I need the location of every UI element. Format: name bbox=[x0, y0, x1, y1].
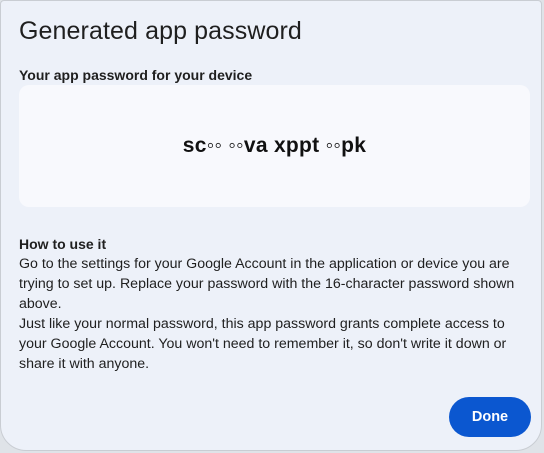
password-label: Your app password for your device bbox=[19, 67, 253, 83]
dialog-title: Generated app password bbox=[19, 17, 302, 45]
done-button[interactable]: Done bbox=[449, 397, 531, 437]
how-to-security-note: Just like your normal password, this app… bbox=[19, 316, 507, 372]
app-password-value[interactable]: sc◦◦ ◦◦va xppt ◦◦pk bbox=[183, 134, 366, 158]
how-to-instructions: Go to the settings for your Google Accou… bbox=[19, 256, 515, 312]
how-to-section: How to use it Go to the settings for you… bbox=[19, 235, 524, 374]
how-to-title: How to use it bbox=[19, 236, 107, 252]
password-box: sc◦◦ ◦◦va xppt ◦◦pk bbox=[19, 85, 530, 207]
app-password-dialog: Generated app password Your app password… bbox=[0, 0, 542, 451]
